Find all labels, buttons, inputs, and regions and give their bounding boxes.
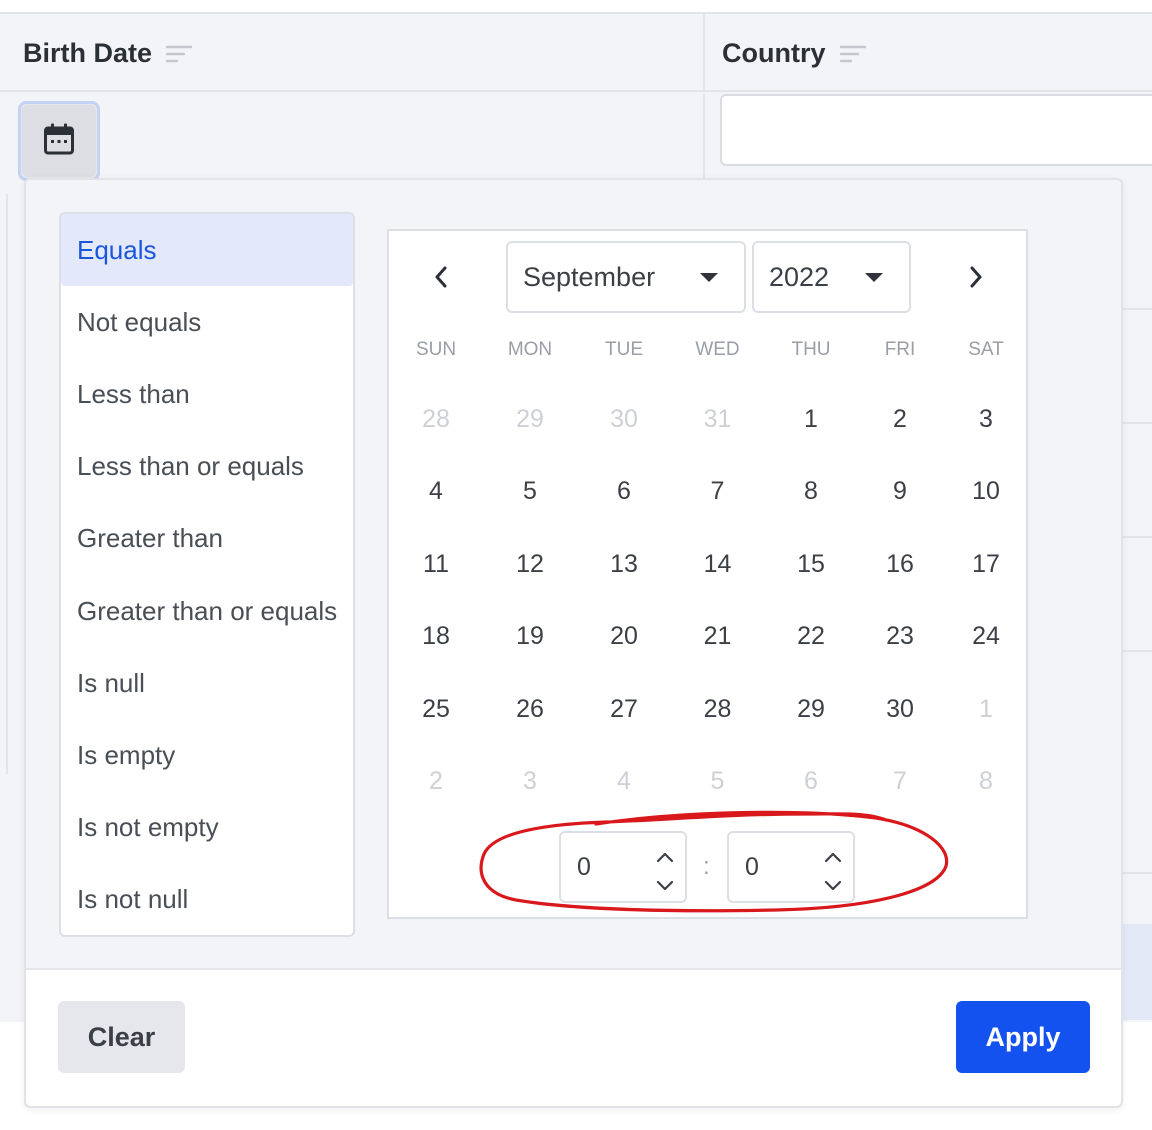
sort-icon[interactable] [839, 44, 866, 64]
calendar-day[interactable]: 3 [483, 745, 577, 817]
row-divider [1122, 422, 1152, 424]
calendar-day[interactable]: 15 [764, 528, 858, 600]
operator-option-is-not-null[interactable]: Is not null [61, 864, 353, 935]
calendar-day[interactable]: 4 [389, 455, 483, 527]
caret-down-icon [865, 273, 883, 282]
column-divider [703, 94, 705, 180]
operator-list: Equals Not equals Less than Less than or… [59, 212, 355, 937]
calendar-day[interactable]: 2 [389, 745, 483, 817]
calendar-day[interactable]: 3 [942, 383, 1030, 455]
calendar-day[interactable]: 8 [764, 455, 858, 527]
calendar-day[interactable]: 8 [942, 745, 1030, 817]
year-select-value: 2022 [769, 261, 830, 292]
column-title: Birth Date [23, 38, 153, 68]
weekday-label: TUE [605, 339, 643, 360]
date-filter-button[interactable] [18, 101, 100, 181]
calendar-day[interactable]: 12 [483, 528, 577, 600]
column-divider [6, 194, 8, 774]
calendar-day[interactable]: 1 [942, 673, 1030, 745]
calendar-day[interactable]: 22 [764, 600, 858, 672]
operator-option-not-equals[interactable]: Not equals [61, 286, 353, 358]
day-grid: 28 29 30 31 1 2 3 4 5 6 7 8 9 10 11 12 1… [389, 383, 1026, 817]
calendar-day[interactable]: 7 [671, 455, 764, 527]
country-filter-input[interactable] [720, 94, 1152, 166]
grid-header: Birth Date Country [0, 14, 1152, 92]
calendar-day[interactable]: 29 [483, 383, 577, 455]
calendar-day[interactable]: 1 [764, 383, 858, 455]
row-divider [1122, 536, 1152, 538]
chevron-left-icon [433, 266, 449, 293]
calendar-day[interactable]: 4 [577, 745, 671, 817]
calendar-day[interactable]: 26 [483, 673, 577, 745]
calendar-day[interactable]: 13 [577, 528, 671, 600]
column-divider [703, 14, 705, 92]
calendar-icon [43, 122, 75, 161]
weekday-label: SUN [415, 339, 457, 360]
previous-month-button[interactable] [416, 257, 466, 301]
sort-icon[interactable] [166, 44, 193, 64]
calendar-day[interactable]: 19 [483, 600, 577, 672]
next-month-button[interactable] [951, 257, 1001, 301]
calendar-day[interactable]: 2 [858, 383, 942, 455]
date-filter-popup: Equals Not equals Less than Less than or… [24, 178, 1123, 1108]
annotation-circle [479, 810, 949, 913]
clear-button[interactable]: Clear [58, 1001, 185, 1073]
calendar-day[interactable]: 9 [858, 455, 942, 527]
calendar-day[interactable]: 30 [577, 383, 671, 455]
calendar-day[interactable]: 5 [483, 455, 577, 527]
operator-option-greater-than-or-equals[interactable]: Greater than or equals [61, 575, 353, 647]
weekday-label: WED [695, 339, 740, 360]
calendar-day[interactable]: 21 [671, 600, 764, 672]
popup-footer: Clear Apply [26, 968, 1121, 1106]
calendar-day[interactable]: 18 [389, 600, 483, 672]
calendar-day[interactable]: 16 [858, 528, 942, 600]
calendar-day[interactable]: 27 [577, 673, 671, 745]
calendar-day[interactable]: 28 [389, 383, 483, 455]
operator-option-greater-than[interactable]: Greater than [61, 503, 353, 575]
calendar-day[interactable]: 10 [942, 455, 1030, 527]
apply-button[interactable]: Apply [956, 1001, 1090, 1073]
calendar-day[interactable]: 25 [389, 673, 483, 745]
row-divider [1122, 872, 1152, 874]
month-select[interactable]: September [506, 241, 746, 313]
operator-option-is-null[interactable]: Is null [61, 647, 353, 719]
operator-option-less-than-or-equals[interactable]: Less than or equals [61, 431, 353, 503]
chevron-right-icon [968, 266, 984, 293]
date-filter-button-face [22, 105, 96, 177]
column-header-birth-date[interactable]: Birth Date [23, 38, 193, 69]
weekday-header: SUN MON TUE WED THU FRI SAT [389, 339, 1026, 361]
operator-option-is-not-empty[interactable]: Is not empty [61, 792, 353, 864]
weekday-label: SAT [968, 339, 1004, 360]
calendar-day[interactable]: 6 [577, 455, 671, 527]
calendar-day[interactable]: 31 [671, 383, 764, 455]
calendar-day[interactable]: 5 [671, 745, 764, 817]
calendar-day[interactable]: 28 [671, 673, 764, 745]
year-select[interactable]: 2022 [752, 241, 911, 313]
calendar-day[interactable]: 14 [671, 528, 764, 600]
calendar-day[interactable]: 17 [942, 528, 1030, 600]
weekday-label: MON [507, 339, 553, 360]
calendar-day[interactable]: 7 [858, 745, 942, 817]
calendar-day[interactable]: 11 [389, 528, 483, 600]
calendar-day[interactable]: 6 [764, 745, 858, 817]
caret-down-icon [700, 273, 718, 282]
calendar-day[interactable]: 30 [858, 673, 942, 745]
row-divider [1122, 650, 1152, 652]
operator-option-equals[interactable]: Equals [61, 214, 353, 287]
operator-option-less-than[interactable]: Less than [61, 358, 353, 430]
calendar-day[interactable]: 23 [858, 600, 942, 672]
calendar-day[interactable]: 29 [764, 673, 858, 745]
calendar-day[interactable]: 20 [577, 600, 671, 672]
weekday-label: FRI [884, 339, 916, 360]
operator-option-is-empty[interactable]: Is empty [61, 719, 353, 791]
row-divider [1122, 308, 1152, 310]
column-title: Country [722, 38, 826, 68]
calendar-day[interactable]: 24 [942, 600, 1030, 672]
weekday-label: THU [791, 339, 831, 360]
column-header-country[interactable]: Country [722, 38, 866, 69]
selected-row-band [1122, 924, 1152, 1020]
month-select-value: September [523, 261, 656, 292]
